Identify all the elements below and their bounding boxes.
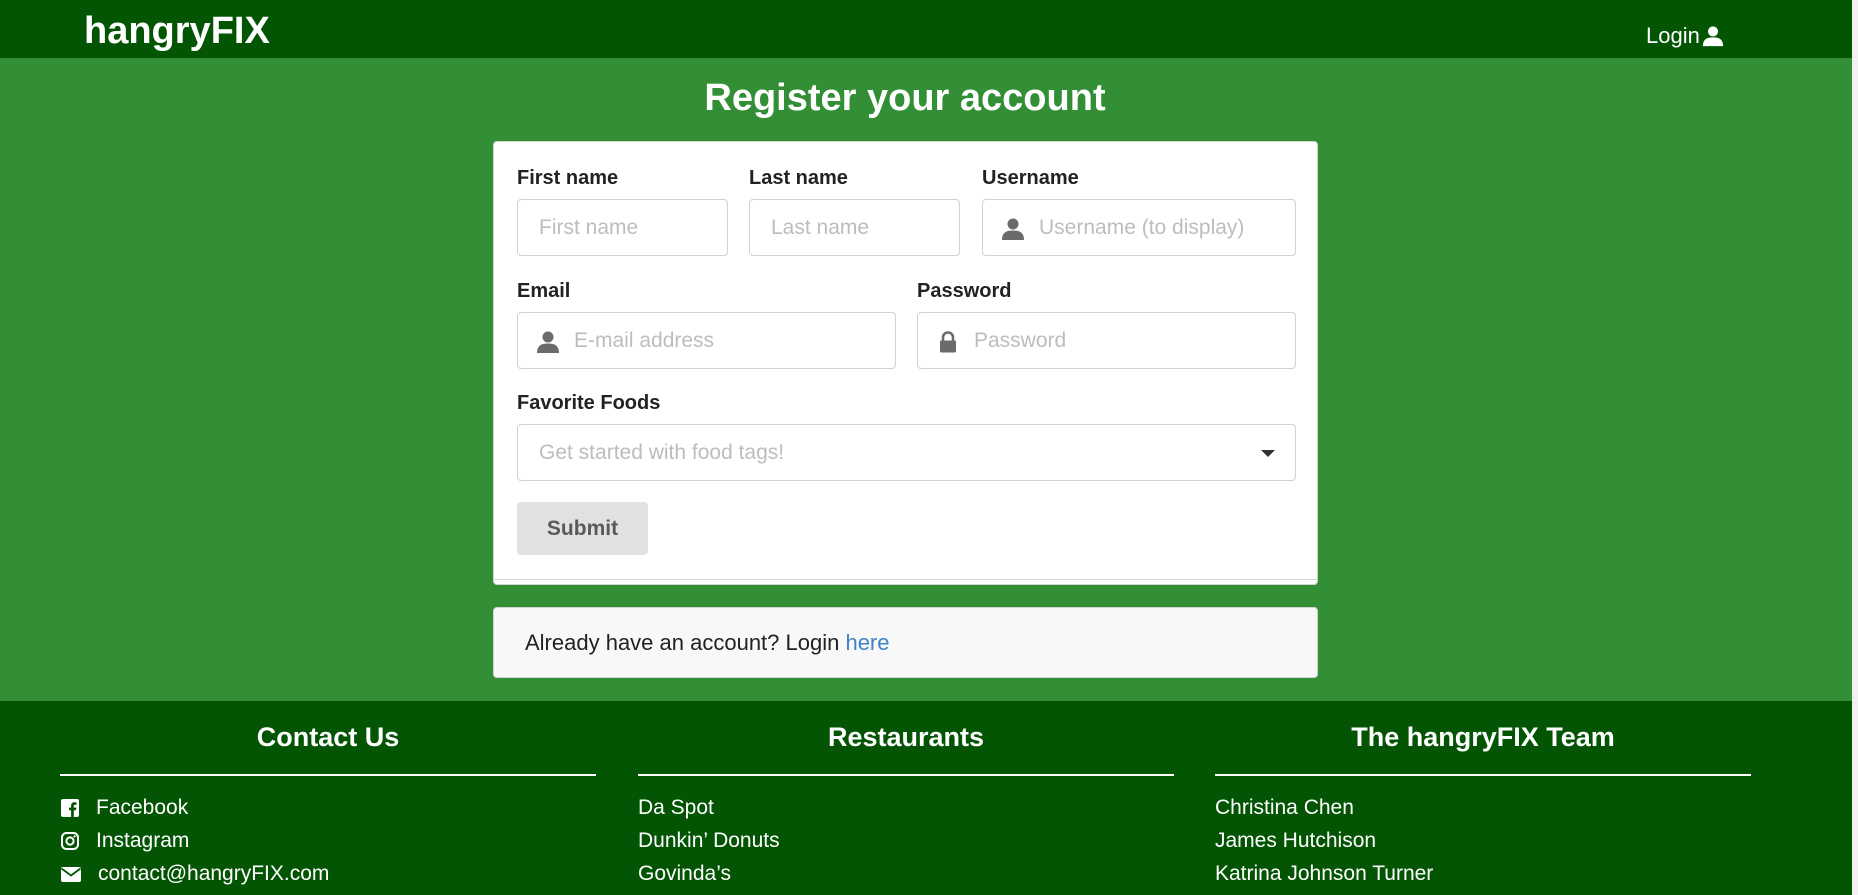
login-label: Login [1646, 23, 1700, 48]
email-label: Email [517, 280, 571, 302]
scrollbar[interactable] [1852, 0, 1858, 895]
footer-contact-facebook[interactable]: Facebook [60, 791, 596, 824]
footer-restaurant-item[interactable]: Da Spot [638, 791, 1174, 824]
footer-contact-instagram[interactable]: Instagram [60, 824, 596, 857]
footer-contact-title: Contact Us [256, 722, 400, 752]
instagram-icon [60, 831, 80, 851]
favorite-foods-select[interactable] [517, 424, 1296, 481]
footer-restaurant-item[interactable]: Govinda’s [638, 857, 1174, 890]
footer-divider [638, 774, 1174, 776]
email-input[interactable] [518, 313, 895, 368]
first-name-field [517, 199, 728, 256]
registration-form-card: First name Last name Username Email Pass… [493, 141, 1318, 585]
footer-team-member: James Hutchison [1215, 829, 1377, 852]
footer-contact-email[interactable]: contact@hangryFIX.com [60, 857, 596, 890]
footer-team-member: Christina Chen [1215, 796, 1354, 819]
footer-restaurant-item[interactable]: Dunkin’ Donuts [638, 824, 1174, 857]
submit-button[interactable]: Submit [517, 502, 648, 555]
footer-team-column: The hangryFIX Team Christina Chen James … [1215, 701, 1751, 890]
username-field [982, 199, 1296, 256]
footer: Contact Us Facebook Instagram contact@ha… [0, 701, 1852, 895]
footer-team-member: Katrina Johnson Turner [1215, 862, 1434, 885]
login-link[interactable]: Login [1646, 25, 1724, 47]
login-prompt-box: Already have an account? Login here [493, 607, 1318, 678]
footer-divider [1215, 774, 1751, 776]
footer-contact-label: Facebook [96, 796, 189, 819]
login-prompt-text: Already have an account? Login [525, 630, 846, 655]
username-input[interactable] [983, 200, 1295, 255]
footer-contact-label: Instagram [96, 829, 190, 852]
brand-logo[interactable]: hangryFIX [84, 12, 270, 50]
password-label: Password [917, 280, 1012, 302]
footer-restaurants-column: Restaurants Da Spot Dunkin’ Donuts Govin… [638, 701, 1174, 890]
user-icon [1702, 26, 1723, 47]
footer-restaurants-title: Restaurants [827, 722, 985, 752]
username-label: Username [982, 167, 1079, 189]
favorite-foods-label: Favorite Foods [517, 392, 661, 414]
last-name-input[interactable] [750, 200, 959, 255]
last-name-label: Last name [749, 167, 848, 189]
page-title: Register your account [704, 77, 1106, 119]
card-divider [494, 579, 1317, 580]
favorite-foods-search-input[interactable] [518, 425, 1295, 480]
footer-contact-label: contact@hangryFIX.com [98, 862, 330, 885]
caret-down-icon[interactable] [1261, 450, 1275, 457]
envelope-icon [60, 864, 82, 884]
email-field [517, 312, 896, 369]
password-input[interactable] [918, 313, 1295, 368]
footer-team-title: The hangryFIX Team [1351, 722, 1615, 752]
last-name-field [749, 199, 960, 256]
password-field [917, 312, 1296, 369]
login-here-link[interactable]: here [845, 630, 889, 655]
footer-divider [60, 774, 596, 776]
first-name-input[interactable] [518, 200, 727, 255]
first-name-label: First name [517, 167, 619, 189]
facebook-icon [60, 798, 80, 818]
footer-contact-column: Contact Us Facebook Instagram contact@ha… [60, 701, 596, 890]
top-navbar: hangryFIX Login [0, 0, 1852, 58]
